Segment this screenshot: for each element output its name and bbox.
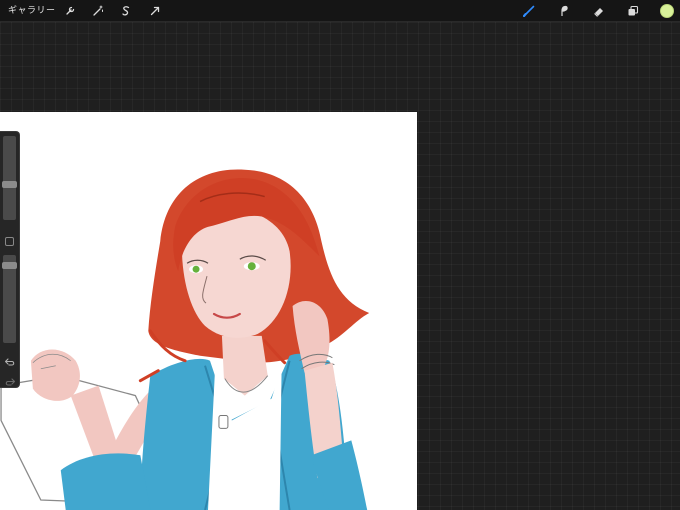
gallery-button[interactable]: ギャラリー (8, 4, 56, 18)
eraser-icon[interactable] (591, 3, 607, 19)
transform-icon[interactable] (147, 3, 163, 19)
layers-icon[interactable] (625, 3, 641, 19)
modify-button[interactable] (5, 237, 14, 246)
left-sidebar (0, 131, 20, 388)
brush-size-slider[interactable] (2, 136, 17, 220)
brush-size-thumb[interactable] (2, 181, 17, 188)
undo-icon[interactable] (4, 352, 16, 366)
opacity-thumb[interactable] (2, 262, 17, 269)
color-picker-swatch[interactable] (660, 4, 674, 18)
wrench-icon[interactable] (62, 3, 78, 19)
selection-icon[interactable] (118, 3, 134, 19)
magic-wand-icon[interactable] (90, 3, 106, 19)
brush-icon[interactable] (521, 3, 537, 19)
top-toolbar: ギャラリー (0, 0, 680, 22)
opacity-slider[interactable] (2, 255, 17, 343)
artwork-illustration (0, 169, 370, 510)
drawing-canvas[interactable] (0, 112, 417, 510)
redo-icon[interactable] (4, 372, 16, 386)
smudge-icon[interactable] (556, 3, 572, 19)
